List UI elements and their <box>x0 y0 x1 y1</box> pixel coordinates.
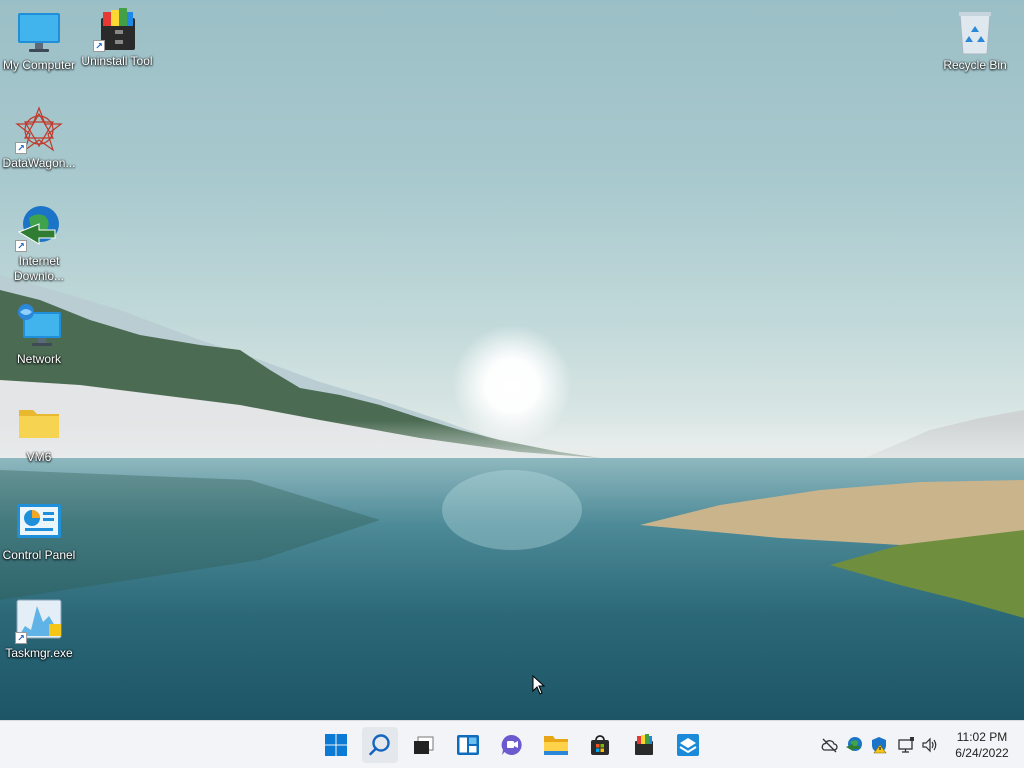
control-panel-icon <box>15 498 63 546</box>
desktop-icon-label: DataWagon... <box>2 156 76 170</box>
internet-download-manager-icon: ↗ <box>15 204 63 252</box>
store-icon <box>591 735 609 755</box>
chat-icon <box>501 734 522 755</box>
shortcut-arrow-icon: ↗ <box>93 40 105 52</box>
start-icon <box>325 734 347 756</box>
shortcut-arrow-icon: ↗ <box>15 142 27 154</box>
taskbar: 11:02 PM 6/24/2022 <box>0 720 1024 768</box>
desktop-icon-taskmgr[interactable]: ↗ Taskmgr.exe <box>0 596 78 661</box>
desktop-icon-internet-download-manager[interactable]: ↗ Internet Downlo... <box>0 204 78 284</box>
mouse-cursor-icon <box>532 675 546 695</box>
shortcut-arrow-icon: ↗ <box>15 240 27 252</box>
app-icon <box>677 734 699 756</box>
desktop-icon-control-panel[interactable]: Control Panel <box>0 498 78 563</box>
app-icon <box>635 734 653 755</box>
desktop-icon-recycle-bin[interactable]: Recycle Bin <box>936 8 1014 73</box>
task-view-button[interactable] <box>406 727 442 763</box>
desktop-icon-label: Uninstall Tool <box>81 54 153 68</box>
desktop-icon-label: Control Panel <box>2 548 76 562</box>
search-button[interactable] <box>362 727 398 763</box>
store-button[interactable] <box>582 727 618 763</box>
clock-date: 6/24/2022 <box>955 746 1009 760</box>
start-button[interactable] <box>318 727 354 763</box>
desktop-icon-label: Network <box>16 352 61 366</box>
desktop-icon-my-computer[interactable]: My Computer <box>0 8 78 73</box>
task-manager-icon: ↗ <box>15 596 63 644</box>
clock[interactable]: 11:02 PM 6/24/2022 <box>946 729 1018 761</box>
network-app-icon[interactable] <box>845 736 863 754</box>
chat-button[interactable] <box>494 727 530 763</box>
desktop-icon-vm6[interactable]: VM6 <box>0 400 78 465</box>
shortcut-arrow-icon: ↗ <box>15 632 27 644</box>
security-icon[interactable] <box>870 736 888 754</box>
onedrive-icon[interactable] <box>820 736 838 754</box>
desktop-icon-label: Taskmgr.exe <box>5 646 73 660</box>
monitor-icon <box>15 8 63 56</box>
folder-icon <box>15 400 63 448</box>
recycle-bin-icon <box>951 8 999 56</box>
uninstall-tool-taskbar-button[interactable] <box>626 727 662 763</box>
desktop-icon-uninstall-tool[interactable]: ↗ Uninstall Tool <box>78 4 156 69</box>
widgets-icon <box>457 735 479 755</box>
wallpaper <box>0 275 1024 720</box>
volume-icon[interactable] <box>921 736 939 754</box>
uninstall-tool-icon: ↗ <box>93 4 141 52</box>
app-taskbar-button[interactable] <box>670 727 706 763</box>
desktop-icon-label: Recycle Bin <box>943 58 1007 72</box>
datawagon-icon: ↗ <box>15 106 63 154</box>
desktop-icon-network[interactable]: Network <box>0 302 78 367</box>
task-view-icon <box>414 736 434 754</box>
file-explorer-button[interactable] <box>538 727 574 763</box>
search-icon <box>369 734 390 756</box>
desktop-icon-datawagon[interactable]: ↗ DataWagon... <box>0 106 78 171</box>
desktop-icon-label: Internet Downlo... <box>13 254 65 283</box>
desktop[interactable]: My Computer ↗ Uninstall Tool ↗ DataWagon… <box>0 0 1024 720</box>
network-icon <box>15 302 63 350</box>
widgets-button[interactable] <box>450 727 486 763</box>
desktop-icon-label: VM6 <box>26 450 52 464</box>
desktop-icon-label: My Computer <box>2 58 76 72</box>
network-status-icon[interactable] <box>897 736 915 754</box>
clock-time: 11:02 PM <box>956 730 1008 744</box>
file-explorer-icon <box>544 736 568 755</box>
